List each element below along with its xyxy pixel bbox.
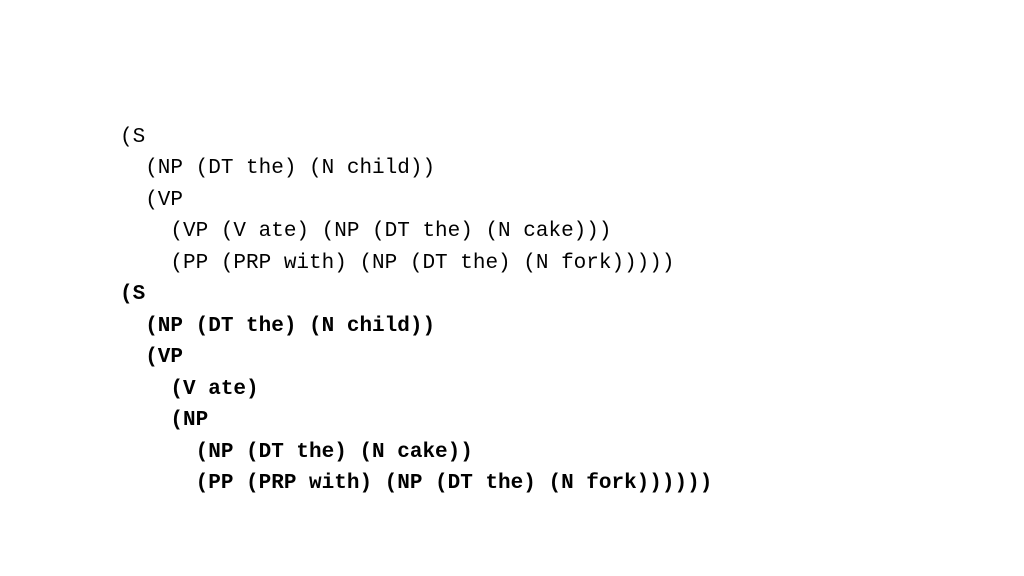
- parse2-line4: (V ate): [120, 378, 259, 401]
- parse1-line1: (S: [120, 126, 145, 149]
- parse2-line7: (PP (PRP with) (NP (DT the) (N fork)))))…: [120, 472, 712, 495]
- parse1-line2: (NP (DT the) (N child)): [120, 157, 435, 180]
- parse2-line2: (NP (DT the) (N child)): [120, 315, 435, 338]
- parse1-line5: (PP (PRP with) (NP (DT the) (N fork))))): [120, 252, 675, 275]
- parse-tree-1: (S (NP (DT the) (N child)) (VP (VP (V at…: [120, 122, 712, 280]
- parse2-line6: (NP (DT the) (N cake)): [120, 441, 473, 464]
- parse2-line5: (NP: [120, 409, 208, 432]
- parse-tree-2: (S (NP (DT the) (N child)) (VP (V ate) (…: [120, 279, 712, 500]
- parse2-line1: (S: [120, 283, 145, 306]
- parse1-line3: (VP: [120, 189, 183, 212]
- parse-trees-container: (S (NP (DT the) (N child)) (VP (VP (V at…: [120, 90, 712, 531]
- parse2-line3: (VP: [120, 346, 183, 369]
- parse1-line4: (VP (V ate) (NP (DT the) (N cake))): [120, 220, 611, 243]
